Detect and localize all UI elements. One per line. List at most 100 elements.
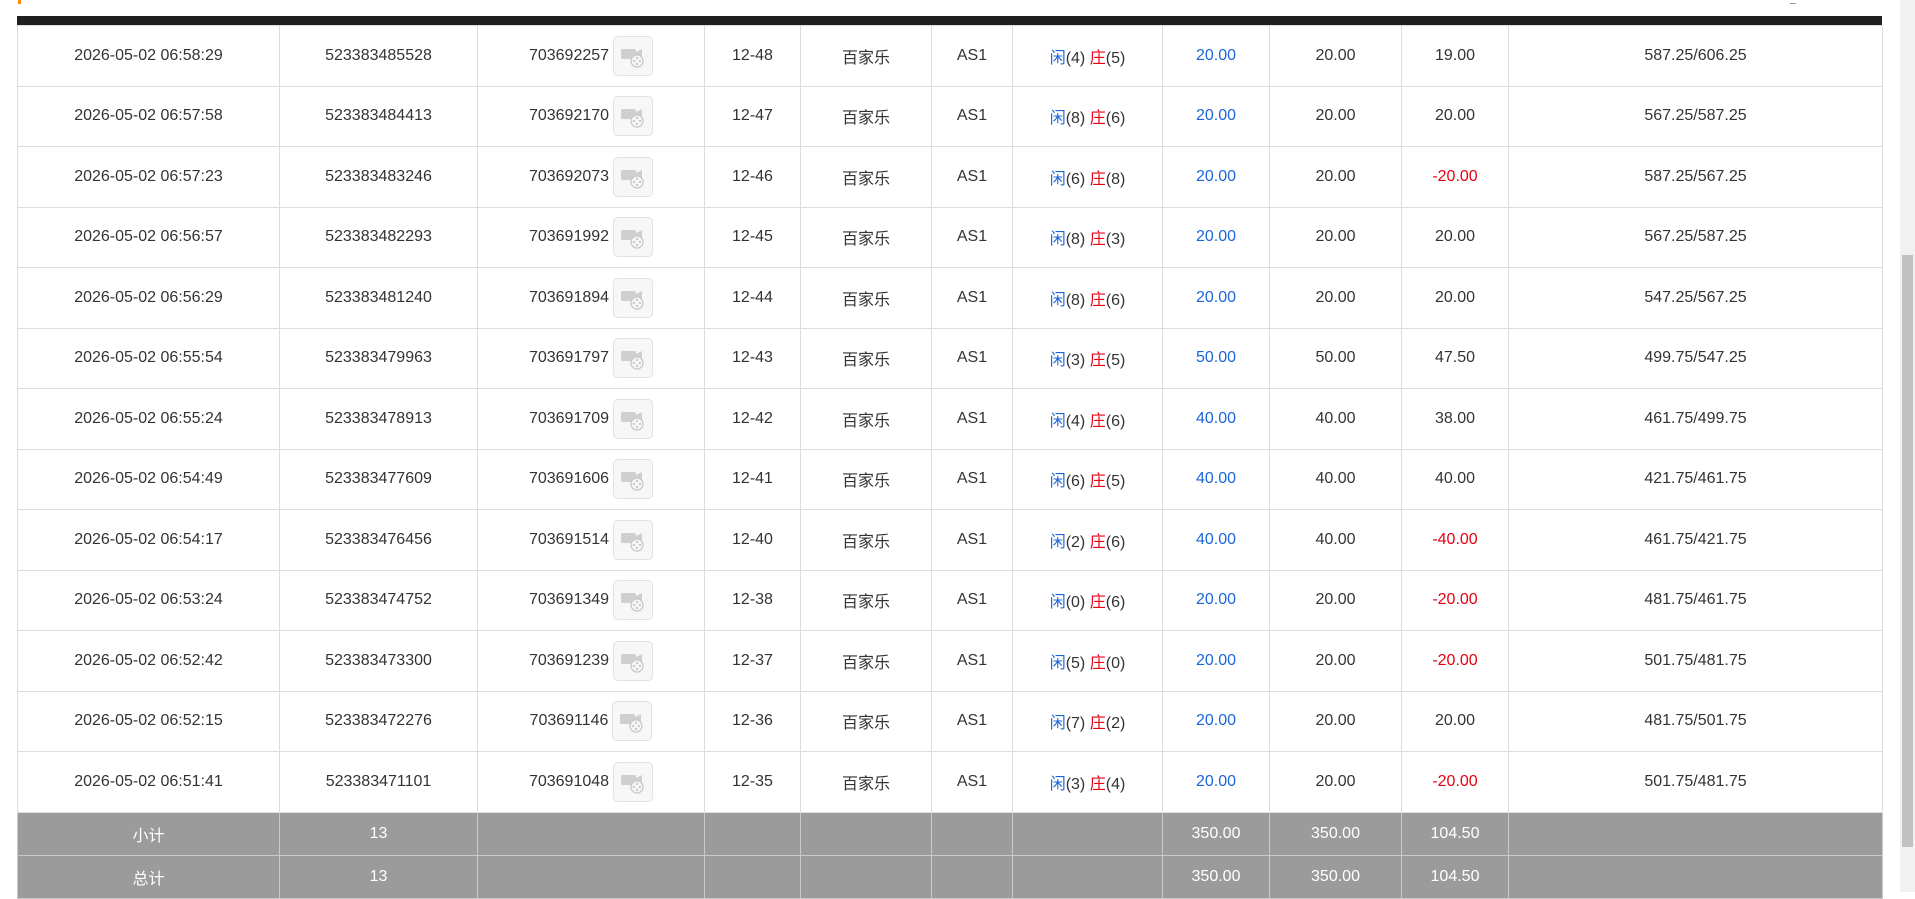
- table-code: AS1: [931, 509, 1013, 571]
- round-id: 703692170: [528, 107, 610, 125]
- shoe-round: 12-47: [704, 85, 801, 147]
- vertical-scrollbar-thumb[interactable]: [1902, 255, 1913, 847]
- video-replay-icon[interactable]: [612, 701, 653, 742]
- win-loss: 19.00: [1401, 25, 1509, 87]
- shoe-round: 12-48: [704, 25, 801, 87]
- result-cell: 闲(2) 庄(6): [1012, 509, 1163, 571]
- subtotal-empty: [1012, 811, 1163, 856]
- banker-score: (6): [1105, 594, 1126, 612]
- round-id-cell: 703692073: [477, 146, 705, 208]
- player-score: (8): [1065, 110, 1086, 128]
- video-replay-icon[interactable]: [613, 96, 654, 137]
- subtotal-empty: [1508, 811, 1883, 856]
- table-code: AS1: [931, 85, 1013, 147]
- table-header-bar: [17, 16, 1882, 25]
- player-label: 闲: [1049, 715, 1066, 733]
- round-id-cell: 703691349: [477, 569, 705, 631]
- banker-score: (3): [1105, 231, 1126, 249]
- round-id: 703691606: [528, 470, 610, 488]
- video-replay-icon[interactable]: [613, 217, 654, 258]
- win-loss: -20.00: [1401, 630, 1509, 692]
- bet-amount: 20.00: [1162, 630, 1270, 692]
- balance-change: 461.75/421.75: [1508, 509, 1883, 571]
- win-loss: -20.00: [1401, 751, 1509, 813]
- valid-bet: 40.00: [1269, 448, 1402, 510]
- player-label: 闲: [1049, 654, 1066, 672]
- table-code: AS1: [931, 569, 1013, 631]
- player-score: (5): [1065, 654, 1086, 672]
- table-row: 2026-05-02 06:51:41 523383471101 703691048…: [17, 751, 1883, 813]
- bet-time: 2026-05-02 06:56:57: [17, 206, 280, 268]
- win-loss: 20.00: [1401, 690, 1509, 752]
- video-replay-icon[interactable]: [613, 519, 654, 560]
- player-label: 闲: [1049, 594, 1066, 612]
- valid-bet: 20.00: [1269, 690, 1402, 752]
- player-score: (4): [1065, 412, 1086, 430]
- shoe-round: 12-43: [704, 327, 801, 389]
- valid-bet: 40.00: [1269, 388, 1402, 450]
- balance-change: 547.25/567.25: [1508, 267, 1883, 329]
- player-label: 闲: [1049, 231, 1066, 249]
- result-cell: 闲(0) 庄(6): [1012, 569, 1163, 631]
- bet-time: 2026-05-02 06:55:54: [17, 327, 280, 389]
- result-cell: 闲(8) 庄(6): [1012, 85, 1163, 147]
- win-loss: -20.00: [1401, 569, 1509, 631]
- video-replay-icon[interactable]: [613, 761, 654, 802]
- table-row: 2026-05-02 06:53:24 523383474752 703691349…: [17, 569, 1883, 631]
- video-replay-icon[interactable]: [613, 277, 654, 318]
- bet-records-table: 2026-05-02 06:58:29 523383485528 703692257…: [17, 25, 1883, 899]
- result-cell: 闲(4) 庄(5): [1012, 25, 1163, 87]
- player-score: (2): [1065, 533, 1086, 551]
- banker-score: (4): [1105, 775, 1126, 793]
- order-id: 523383476456: [279, 509, 478, 571]
- valid-bet: 20.00: [1269, 751, 1402, 813]
- video-replay-icon[interactable]: [613, 580, 654, 621]
- video-replay-icon[interactable]: [613, 156, 654, 197]
- table-code: AS1: [931, 388, 1013, 450]
- game-type: 百家乐: [800, 85, 932, 147]
- subtotal-count: 13: [279, 811, 478, 856]
- banker-score: (5): [1105, 352, 1126, 370]
- table-code: AS1: [931, 448, 1013, 510]
- round-id-cell: 703691797: [477, 327, 705, 389]
- video-replay-icon[interactable]: [613, 640, 654, 681]
- shoe-round: 12-37: [704, 630, 801, 692]
- round-id: 703691514: [528, 530, 610, 548]
- banker-label: 庄: [1089, 352, 1106, 370]
- video-replay-icon[interactable]: [613, 338, 654, 379]
- round-id-cell: 703692257: [477, 25, 705, 87]
- video-replay-icon[interactable]: [613, 398, 654, 439]
- game-type: 百家乐: [800, 388, 932, 450]
- table-row: 2026-05-02 06:54:49 523383477609 703691606…: [17, 448, 1883, 510]
- round-id-cell: 703691606: [477, 448, 705, 510]
- banker-label: 庄: [1089, 110, 1106, 128]
- order-id: 523383473300: [279, 630, 478, 692]
- order-id: 523383484413: [279, 85, 478, 147]
- balance-change: 567.25/587.25: [1508, 85, 1883, 147]
- bet-time: 2026-05-02 06:57:58: [17, 85, 280, 147]
- top-right-control-fragment[interactable]: [1790, 0, 1796, 4]
- game-type: 百家乐: [800, 690, 932, 752]
- video-replay-icon[interactable]: [613, 35, 654, 76]
- game-type: 百家乐: [800, 569, 932, 631]
- player-label: 闲: [1049, 170, 1066, 188]
- result-cell: 闲(4) 庄(6): [1012, 388, 1163, 450]
- bet-amount: 20.00: [1162, 146, 1270, 208]
- balance-change: 501.75/481.75: [1508, 751, 1883, 813]
- player-label: 闲: [1049, 473, 1066, 491]
- order-id: 523383478913: [279, 388, 478, 450]
- video-replay-icon[interactable]: [613, 459, 654, 500]
- shoe-round: 12-41: [704, 448, 801, 510]
- order-id: 523383474752: [279, 569, 478, 631]
- balance-change: 481.75/501.75: [1508, 690, 1883, 752]
- order-id: 523383479963: [279, 327, 478, 389]
- player-score: (6): [1065, 473, 1086, 491]
- banker-score: (5): [1105, 49, 1126, 67]
- round-id: 703691992: [528, 228, 610, 246]
- game-type: 百家乐: [800, 751, 932, 813]
- win-loss: 20.00: [1401, 85, 1509, 147]
- banker-score: (0): [1105, 654, 1126, 672]
- win-loss: 47.50: [1401, 327, 1509, 389]
- summary-body: 小计 13 350.00 350.00 104.50 总计 13 350.00 …: [17, 811, 1883, 899]
- result-cell: 闲(8) 庄(6): [1012, 267, 1163, 329]
